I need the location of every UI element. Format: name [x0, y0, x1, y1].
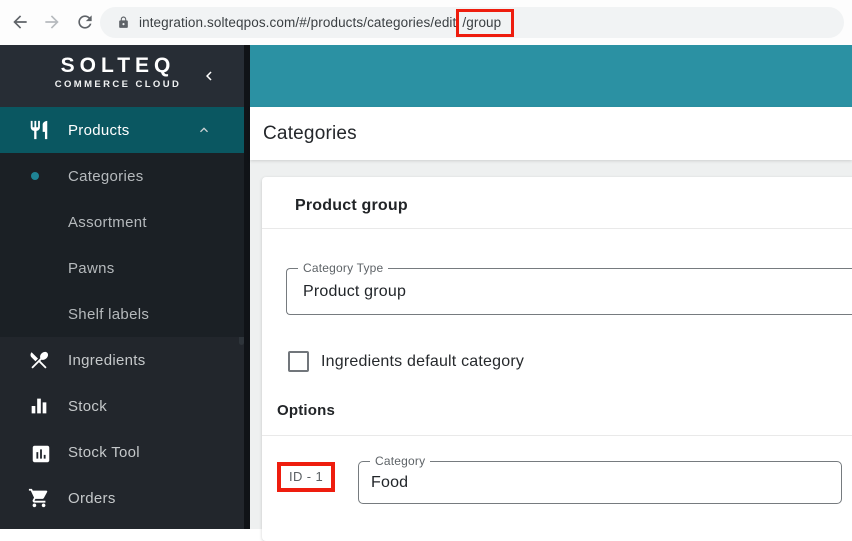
address-bar[interactable]: integration.solteqpos.com/#/products/cat…: [100, 7, 844, 38]
sidebar-item-categories[interactable]: Categories: [0, 153, 244, 199]
sidebar-item-assortment[interactable]: Assortment: [0, 199, 244, 245]
chevron-left-icon[interactable]: [200, 67, 218, 85]
category-type-field[interactable]: Category Type Product group: [286, 268, 852, 315]
sidebar: SOLTEQ COMMERCE CLOUD Products Categorie…: [0, 45, 250, 529]
ingredients-default-checkbox-row[interactable]: Ingredients default category: [288, 351, 524, 372]
url-text[interactable]: integration.solteqpos.com/#/products/cat…: [139, 15, 514, 30]
category-name-label: Category: [370, 454, 430, 468]
page-header: Categories: [250, 107, 852, 160]
shopping-cart-icon: [28, 487, 50, 509]
sidebar-item-stock-tool[interactable]: Stock Tool: [0, 429, 244, 475]
submenu-label: Assortment: [68, 214, 147, 231]
back-arrow-icon[interactable]: [10, 12, 30, 32]
divider: [262, 435, 852, 436]
submenu-label: Pawns: [68, 260, 115, 277]
sidebar-item-stock[interactable]: Stock: [0, 383, 244, 429]
browser-toolbar: integration.solteqpos.com/#/products/cat…: [0, 0, 852, 45]
sidebar-item-label: Stock: [68, 398, 107, 415]
submenu-label: Categories: [68, 168, 144, 185]
category-name-value: Food: [371, 474, 408, 492]
chevron-up-icon: [196, 122, 212, 138]
category-edit-card: Product group Category Type Product grou…: [262, 177, 852, 541]
category-name-field[interactable]: Category Food: [358, 461, 842, 504]
divider: [262, 228, 852, 229]
checkbox-label: Ingredients default category: [321, 353, 524, 371]
active-bullet-icon: [31, 172, 39, 180]
restaurant-icon: [28, 119, 50, 141]
url-prefix: integration.solteqpos.com/#/products/cat…: [139, 15, 456, 30]
category-type-label: Category Type: [298, 261, 388, 275]
sidebar-item-label: Orders: [68, 490, 116, 507]
sidebar-item-orders[interactable]: Orders: [0, 475, 244, 521]
sidebar-logo-header: SOLTEQ COMMERCE CLOUD: [0, 45, 244, 107]
url-highlight-annotation: /group: [456, 9, 514, 37]
card-title: Product group: [295, 197, 408, 215]
sidebar-item-label: Products: [68, 122, 130, 139]
id-annotation-badge: ID - 1: [277, 462, 335, 492]
category-type-value: Product group: [303, 283, 406, 301]
bar-chart-icon: [28, 395, 50, 417]
lock-icon[interactable]: [117, 16, 130, 29]
checkbox-unchecked-icon[interactable]: [288, 351, 309, 372]
products-submenu: Categories Assortment Pawns Shelf labels: [0, 153, 244, 337]
options-heading: Options: [277, 402, 335, 419]
reload-icon[interactable]: [75, 12, 95, 32]
sidebar-item-pawns[interactable]: Pawns: [0, 245, 244, 291]
main-content: Categories Product group Category Type P…: [250, 45, 852, 529]
sidebar-item-label: Ingredients: [68, 352, 146, 369]
sidebar-item-shelf-labels[interactable]: Shelf labels: [0, 291, 244, 337]
crossed-utensils-icon: [28, 349, 50, 371]
app-bar: [250, 45, 852, 107]
page-title: Categories: [263, 123, 357, 145]
sidebar-item-products[interactable]: Products: [0, 107, 244, 153]
submenu-label: Shelf labels: [68, 306, 149, 323]
chart-box-icon: [30, 443, 49, 462]
forward-arrow-icon[interactable]: [42, 12, 62, 32]
sidebar-item-ingredients[interactable]: Ingredients: [0, 337, 244, 383]
sidebar-item-label: Stock Tool: [68, 444, 140, 461]
